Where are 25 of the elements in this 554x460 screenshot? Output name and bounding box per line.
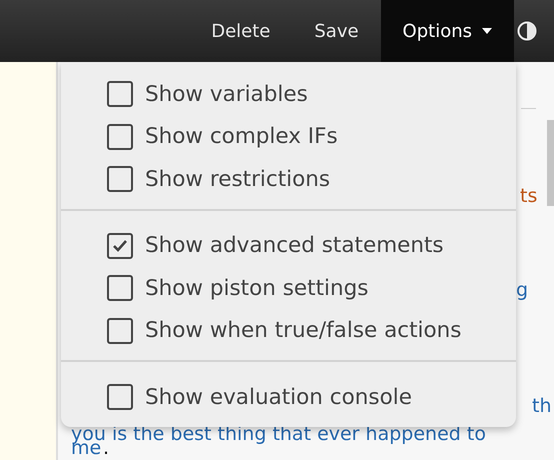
toolbar-button[interactable]: Save xyxy=(292,0,381,62)
statement-text: g xyxy=(516,279,528,301)
checkbox[interactable] xyxy=(107,124,133,150)
menu-item[interactable]: Show variables xyxy=(61,73,516,116)
checkbox[interactable] xyxy=(107,318,133,344)
menu-item[interactable]: Show when true/false actions xyxy=(61,310,516,352)
menu-item[interactable]: Show complex IFs xyxy=(61,116,516,158)
checkbox[interactable] xyxy=(107,81,133,108)
checkbox[interactable] xyxy=(107,384,133,410)
toolbar-button[interactable]: Options xyxy=(380,0,514,62)
statement-text: ts xyxy=(520,185,538,207)
toolbar-button[interactable]: Delete xyxy=(189,0,292,62)
menu-item[interactable]: Show restrictions xyxy=(61,158,516,200)
checkbox[interactable] xyxy=(107,232,133,259)
checkbox[interactable] xyxy=(107,275,133,302)
menu-item[interactable]: Show piston settings xyxy=(61,267,516,310)
menu-item[interactable]: Show advanced statements xyxy=(61,224,516,267)
menu-item[interactable]: Show evaluation console xyxy=(61,376,516,418)
statement-text: . xyxy=(103,437,110,459)
scrollbar-thumb[interactable] xyxy=(547,120,554,206)
caret-icon xyxy=(482,28,492,34)
check-icon xyxy=(112,238,128,253)
statement-text: th xyxy=(532,395,552,417)
checkbox[interactable] xyxy=(107,166,133,192)
contrast-icon[interactable] xyxy=(517,21,537,41)
